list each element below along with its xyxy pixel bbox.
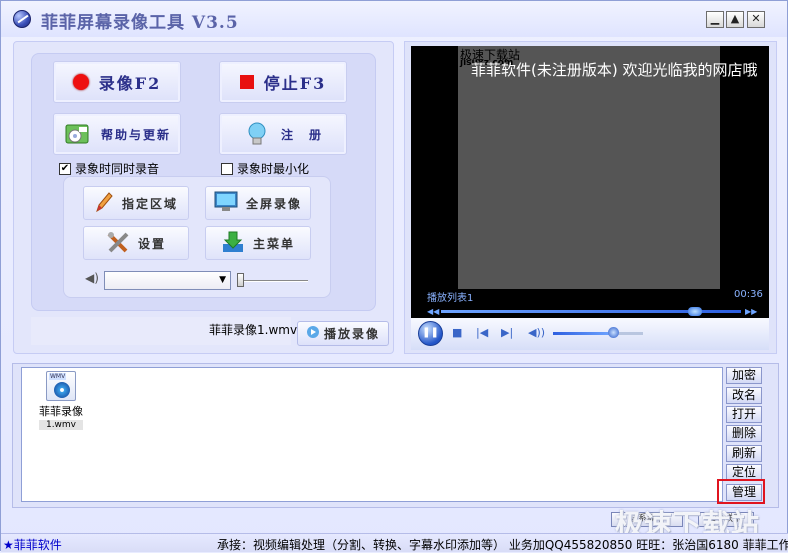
register-label: 注 册 [280, 127, 323, 142]
player-volume-track[interactable] [553, 332, 643, 335]
encrypt-button[interactable]: 加密 [726, 367, 762, 384]
sync-audio-checkbox[interactable]: ✔ [59, 162, 71, 175]
download-icon [221, 230, 245, 257]
status-bar: ★菲菲软件 承接：视频编辑处理（分割、转换、字幕水印添加等） 业务加QQ4558… [1, 533, 788, 552]
manage-button-highlight [717, 479, 765, 504]
pause-button[interactable]: ❚❚ [418, 321, 443, 346]
select-region-button[interactable]: 指定区域 [83, 186, 189, 220]
volume-slider-handle[interactable] [237, 273, 244, 287]
file-list[interactable] [21, 367, 723, 502]
title-bar[interactable]: 菲菲屏幕录像工具 V3.5 ▁ ▲ ✕ [1, 1, 787, 37]
speaker-icon: ◀) [85, 271, 99, 285]
seek-forward-icon[interactable]: ▶▶ [745, 307, 757, 316]
settings-label: 设置 [137, 236, 166, 251]
playback-time: 00:36 [734, 289, 763, 300]
record-button[interactable]: 录像F2 [53, 61, 181, 103]
stop-playback-icon[interactable]: ■ [452, 326, 462, 339]
settings-button[interactable]: 设置 [83, 226, 189, 260]
video-overlay-text: 菲菲软件(未注册版本) 欢迎光临我的网店哦 [471, 61, 758, 79]
fullscreen-record-button[interactable]: 全屏录像 [205, 186, 311, 220]
minimize-on-record-checkbox[interactable] [221, 162, 233, 175]
record-icon [72, 74, 89, 90]
pencil-icon [94, 191, 114, 216]
rename-button[interactable]: 改名 [726, 387, 762, 404]
close-button[interactable]: ✕ [747, 11, 765, 28]
next-track-icon[interactable]: ▶| [501, 326, 513, 339]
sync-audio-label: 录象时同时录音 [75, 162, 160, 176]
previous-track-icon[interactable]: |◀ [476, 326, 488, 339]
stop-button[interactable]: 停止F3 [219, 61, 347, 103]
refresh-button[interactable]: 刷新 [726, 445, 762, 462]
monitor-icon [214, 191, 238, 216]
minimize-button[interactable]: ▁ [706, 11, 724, 28]
app-window: 菲菲屏幕录像工具 V3.5 ▁ ▲ ✕ 录像F2 停止F3 帮助与更新 注 册 … [0, 0, 788, 552]
app-logo-icon [13, 10, 31, 28]
fullscreen-record-label: 全屏录像 [245, 196, 302, 211]
stop-icon [239, 75, 254, 89]
status-text: 承接：视频编辑处理（分割、转换、字幕水印添加等） 业务加QQ455820850 … [217, 538, 788, 552]
window-title: 菲菲屏幕录像工具 V3.5 [41, 13, 239, 33]
minimize-on-record-option[interactable]: 录象时最小化 [221, 160, 309, 177]
audio-device-select[interactable]: ▼ [104, 271, 231, 290]
player-volume-handle[interactable] [608, 327, 619, 338]
maximize-button[interactable]: ▲ [726, 11, 744, 28]
stop-button-label: 停止F3 [263, 74, 327, 93]
current-file-label: 菲菲录像1.wmv [209, 323, 298, 337]
volume-slider-track[interactable] [238, 280, 308, 282]
file-type-tag: WMV [49, 373, 67, 380]
volume-icon[interactable]: ◀)) [528, 326, 545, 339]
help-update-label: 帮助与更新 [100, 127, 171, 142]
lightbulb-icon [243, 120, 271, 148]
help-disc-icon [63, 120, 91, 148]
delete-button[interactable]: 删除 [726, 425, 762, 442]
play-recording-label: 播放录像 [323, 327, 380, 341]
video-frame [458, 46, 720, 289]
list-item[interactable]: WMV 菲菲录像 1.wmv [33, 371, 89, 433]
register-button[interactable]: 注 册 [219, 113, 347, 155]
vendor-link[interactable]: ★菲菲软件 [3, 536, 62, 553]
sync-audio-option[interactable]: ✔ 录象时同时录音 [59, 160, 159, 177]
select-region-label: 指定区域 [121, 196, 178, 211]
file-name: 菲菲录像 [39, 405, 83, 418]
play-recording-button[interactable]: 播放录像 [297, 321, 389, 346]
open-button[interactable]: 打开 [726, 406, 762, 423]
seek-handle[interactable] [688, 307, 702, 316]
chevron-down-icon: ▼ [219, 275, 226, 285]
file-name-extension: 1.wmv [39, 420, 83, 430]
play-circle-icon [306, 325, 320, 342]
seek-back-icon[interactable]: ◀◀ [427, 307, 439, 316]
tools-icon [106, 230, 130, 257]
main-menu-button[interactable]: 主菜单 [205, 226, 311, 260]
wmv-file-icon: WMV [46, 371, 76, 401]
minimize-on-record-label: 录象时最小化 [237, 162, 310, 176]
record-button-label: 录像F2 [98, 74, 162, 93]
help-update-button[interactable]: 帮助与更新 [53, 113, 181, 155]
main-menu-label: 主菜单 [252, 236, 295, 251]
playlist-label: 播放列表1 [427, 293, 474, 304]
